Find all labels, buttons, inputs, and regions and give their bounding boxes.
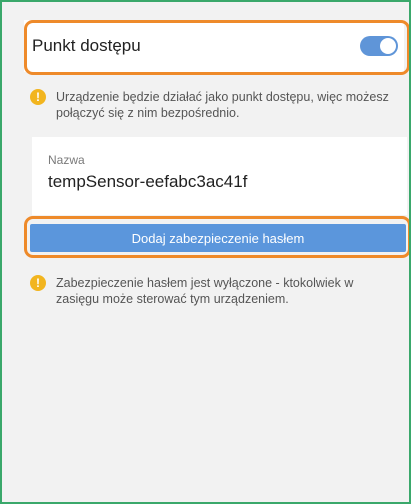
warning-icon: !: [30, 275, 46, 291]
access-point-row[interactable]: Punkt dostępu: [24, 20, 404, 72]
access-point-toggle[interactable]: [360, 36, 398, 56]
warning-icon: !: [30, 89, 46, 105]
access-point-label: Punkt dostępu: [32, 36, 141, 55]
name-field-label: Nazwa: [48, 153, 85, 167]
name-field[interactable]: Nazwa tempSensor-eefabc3ac41f: [32, 137, 407, 215]
access-point-info: ! Urządzenie będzie działać jako punkt d…: [30, 89, 404, 121]
add-password-button[interactable]: Dodaj zabezpieczenie hasłem: [30, 224, 406, 252]
name-field-value[interactable]: tempSensor-eefabc3ac41f: [48, 172, 247, 192]
access-point-info-text: Urządzenie będzie działać jako punkt dos…: [56, 90, 389, 120]
password-info-text: Zabezpieczenie hasłem jest wyłączone - k…: [56, 276, 354, 306]
toggle-knob: [380, 38, 396, 54]
device-settings-screen: Punkt dostępu ! Urządzenie będzie działa…: [0, 0, 411, 504]
password-info: ! Zabezpieczenie hasłem jest wyłączone -…: [30, 275, 380, 307]
